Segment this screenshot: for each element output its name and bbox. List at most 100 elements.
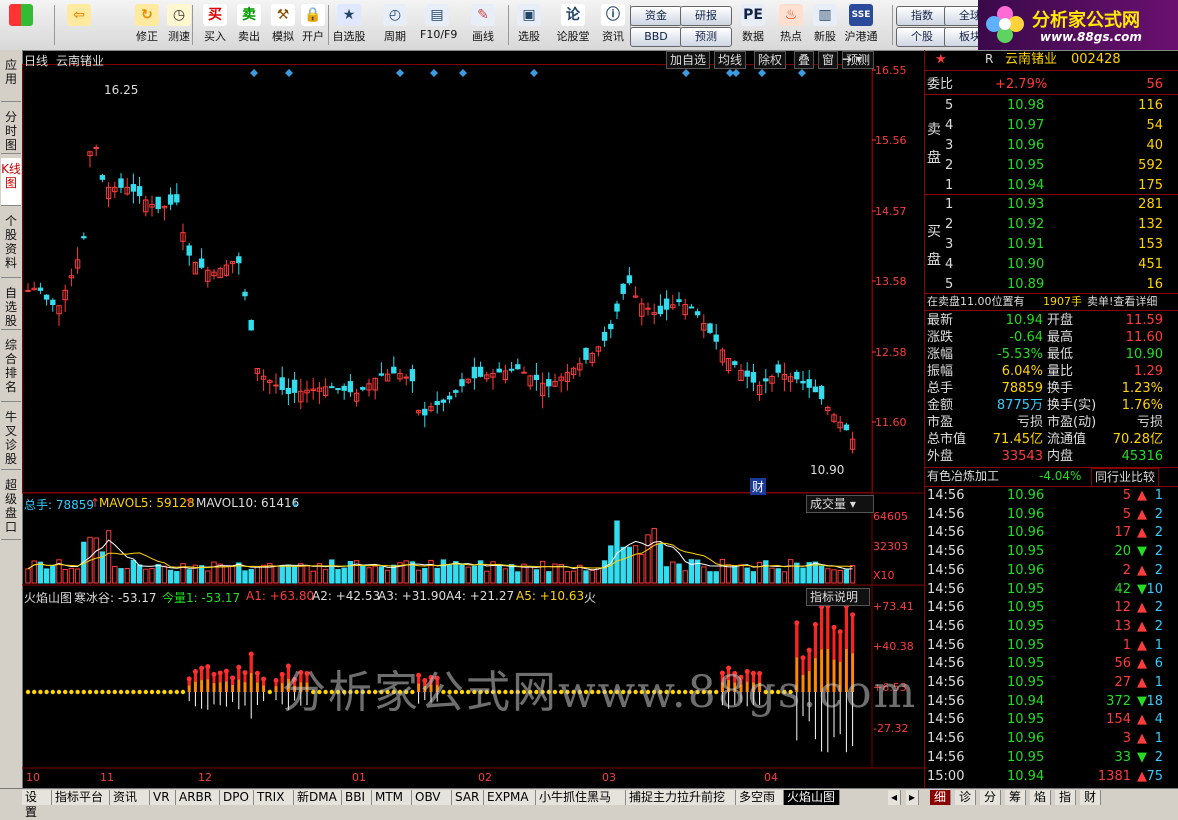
chart-toolbar-button-2[interactable]: 除权 bbox=[754, 51, 787, 69]
bottom-tab-13[interactable]: 小牛抓住黑马 bbox=[536, 790, 626, 805]
toolbar-pill-0[interactable]: 资金 bbox=[630, 6, 682, 26]
sidebar-tab-4[interactable]: 自选股 bbox=[1, 282, 21, 330]
tick-time: 14:56 bbox=[927, 488, 965, 503]
sidebar-tab-6[interactable]: 牛叉诊股 bbox=[1, 406, 21, 470]
sidebar-tab-1[interactable]: 分时图 bbox=[1, 106, 21, 154]
bottom-tab-8[interactable]: BBI bbox=[342, 790, 372, 805]
asks-row[interactable]: 2 10.95 592 bbox=[925, 157, 1178, 174]
logo-title: 分析家公式网 bbox=[1032, 10, 1140, 31]
bottom-tab-2[interactable]: 资讯 bbox=[110, 790, 150, 805]
toolbar-document-button[interactable]: ▤ F10/F9 bbox=[420, 3, 457, 47]
tick-count: 2 bbox=[1154, 600, 1163, 616]
bids-row[interactable]: 4 10.90 451 bbox=[925, 256, 1178, 273]
chart-toolbar-button-4[interactable]: 窗 bbox=[818, 51, 839, 69]
bids-row[interactable]: 3 10.91 153 bbox=[925, 236, 1178, 253]
quote-side-tab-6[interactable]: 财 bbox=[1080, 790, 1102, 805]
toolbar-refresh-button[interactable]: ↻ 修正 bbox=[130, 3, 164, 47]
toolbar-windows-logo-button[interactable]: ▦ bbox=[4, 3, 38, 47]
chart-toolbar-button-1[interactable]: 均线 bbox=[714, 51, 747, 69]
toolbar-clock-cycle-button[interactable]: ◴ 周期 bbox=[378, 3, 412, 47]
quote-side-tab-1[interactable]: 诊 bbox=[955, 790, 977, 805]
volume-bar bbox=[93, 537, 99, 584]
position-note[interactable]: 在卖盘11.00位置有 1907手 卖单!查看详细 bbox=[925, 293, 1178, 310]
bottom-tab-1[interactable]: 指标平台 bbox=[52, 790, 110, 805]
toolbar-monitor-button[interactable]: ▣ 选股 bbox=[512, 3, 546, 47]
toolbar-lock-button[interactable]: 🔒 开户 bbox=[296, 3, 330, 47]
toolbar-forum-button[interactable]: 论论股堂 bbox=[556, 3, 590, 47]
volume-bar bbox=[242, 570, 248, 584]
bottom-tab-15[interactable]: 多空雨 bbox=[736, 790, 784, 805]
volume-bar bbox=[304, 565, 310, 584]
volume-bar bbox=[434, 567, 440, 584]
chart-close-icon[interactable]: ➔ ▾ bbox=[842, 52, 862, 66]
indicator-help-button[interactable]: 指标说明 bbox=[806, 588, 870, 606]
toolbar-pill-3[interactable]: 预测 bbox=[680, 27, 732, 47]
bottom-tab-10[interactable]: OBV bbox=[412, 790, 452, 805]
industry-name[interactable]: 有色冶炼加工 bbox=[927, 468, 999, 485]
tab-scroll-right-icon[interactable]: ▸ bbox=[906, 790, 920, 805]
bottom-tab-0[interactable]: 设置 bbox=[22, 790, 52, 819]
asks-row[interactable]: 3 10.96 40 bbox=[925, 137, 1178, 154]
bottom-tab-16[interactable]: 火焰山图 bbox=[784, 790, 840, 805]
toolbar-label: 测速 bbox=[168, 30, 190, 43]
quote-side-tab-4[interactable]: 焰 bbox=[1030, 790, 1052, 805]
asks-row[interactable]: 1 10.94 175 bbox=[925, 177, 1178, 194]
sidebar-tab-5[interactable]: 综合排名 bbox=[1, 334, 21, 402]
toolbar-ipo-button[interactable]: ▥ 新股 bbox=[808, 3, 842, 47]
toolbar-star-folder-button[interactable]: ★ 自选股 bbox=[332, 3, 366, 47]
asks-row[interactable]: 5 10.98 116 bbox=[925, 97, 1178, 114]
toolbar-sell-button[interactable]: 卖卖出 bbox=[232, 3, 266, 47]
toolbar-pe-button[interactable]: PE 数据 bbox=[736, 3, 770, 47]
toolbar-pill-6[interactable]: 个股 bbox=[896, 27, 948, 47]
bottom-tab-12[interactable]: EXPMA bbox=[484, 790, 536, 805]
toolbar-clock-button[interactable]: ◷ 测速 bbox=[162, 3, 196, 47]
toolbar-sse-hk-button[interactable]: SSE 沪港通 bbox=[844, 3, 878, 47]
toolbar-pill-4[interactable]: 指数 bbox=[896, 6, 948, 26]
star-icon[interactable]: ★ bbox=[935, 51, 947, 68]
bids-row[interactable]: 1 10.93 281 bbox=[925, 196, 1178, 213]
sidebar-tab-3[interactable]: 个股资料 bbox=[1, 210, 21, 278]
volume-indicator-button[interactable]: 成交量 ▾ bbox=[806, 495, 874, 513]
toolbar-buy-button[interactable]: 买买入 bbox=[198, 3, 232, 47]
toolbar-info-button[interactable]: ⓘ 资讯 bbox=[596, 3, 630, 47]
bottom-tab-7[interactable]: 新DMA bbox=[294, 790, 342, 805]
baseline-dot bbox=[87, 689, 93, 695]
chart-toolbar-button-3[interactable]: 叠 bbox=[794, 51, 815, 69]
tab-scroll-left-icon[interactable]: ◂ bbox=[888, 790, 902, 805]
position-detail-link[interactable]: 卖单!查看详细 bbox=[1087, 293, 1157, 310]
sidebar-tab-7[interactable]: 超级盘口 bbox=[1, 474, 21, 540]
volume-bar bbox=[136, 564, 143, 584]
sidebar-tab-0[interactable]: 应用 bbox=[1, 54, 21, 102]
quote-side-tab-2[interactable]: 分 bbox=[980, 790, 1002, 805]
indicator-axis-label: -27.32 bbox=[873, 722, 908, 735]
bottom-tab-5[interactable]: DPO bbox=[220, 790, 254, 805]
toolbar-pencil-button[interactable]: ✎ 画线 bbox=[466, 3, 500, 47]
tick-price: 10.95 bbox=[1007, 656, 1045, 672]
bids-row[interactable]: 2 10.92 132 bbox=[925, 216, 1178, 233]
quote-side-tab-3[interactable]: 筹 bbox=[1005, 790, 1027, 805]
bottom-tab-3[interactable]: VR bbox=[150, 790, 176, 805]
kline-chart-area[interactable]: 16.55 15.56 14.57 13.58 12.58 11.60 64605 32303… bbox=[22, 50, 924, 788]
chart-period[interactable]: 日线 bbox=[24, 52, 48, 69]
candle-body bbox=[198, 258, 205, 268]
bids-row[interactable]: 5 10.89 16 bbox=[925, 276, 1178, 293]
bottom-tab-14[interactable]: 捕捉主力拉升前挖 bbox=[626, 790, 736, 805]
toolbar-hammer-button[interactable]: ⚒ 模拟 bbox=[266, 3, 300, 47]
asks-row[interactable]: 4 10.97 54 bbox=[925, 117, 1178, 134]
chart-toolbar-button-0[interactable]: 加自选 bbox=[666, 51, 711, 69]
volume-bar bbox=[161, 565, 168, 584]
bottom-tab-4[interactable]: ARBR bbox=[176, 790, 220, 805]
bottom-tab-9[interactable]: MTM bbox=[372, 790, 412, 805]
industry-compare-button[interactable]: 同行业比较 bbox=[1091, 468, 1160, 487]
sidebar-tab-2[interactable]: K线图 bbox=[1, 158, 21, 206]
toolbar-pill-1[interactable]: 研报 bbox=[680, 6, 732, 26]
toolbar-back-arrow-button[interactable]: ⇦ bbox=[62, 3, 96, 47]
bottom-tab-11[interactable]: SAR bbox=[452, 790, 484, 805]
weibi-label: 委比 bbox=[927, 77, 954, 92]
quote-side-tab-5[interactable]: 指 bbox=[1055, 790, 1077, 805]
bottom-tab-6[interactable]: TRIX bbox=[254, 790, 294, 805]
toolbar-hot-button[interactable]: ♨ 热点 bbox=[774, 3, 808, 47]
toolbar-pill-2[interactable]: BBD bbox=[630, 27, 682, 47]
finance-badge[interactable]: 财 bbox=[750, 478, 767, 495]
quote-side-tab-0[interactable]: 细 bbox=[930, 790, 952, 805]
